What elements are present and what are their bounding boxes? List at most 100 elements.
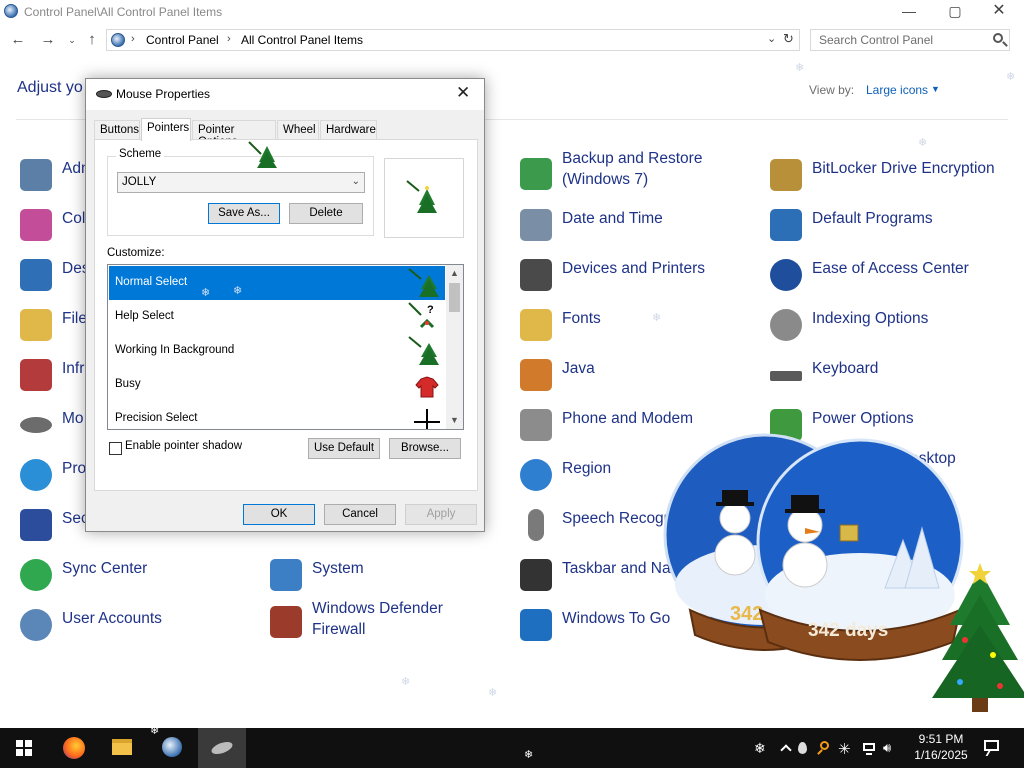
breadcrumb-all-items[interactable]: All Control Panel Items [241, 33, 363, 47]
pointers-panel: Scheme JOLLY ⌄ Save As... Delete Customi… [94, 139, 478, 491]
cp-item-label: Backup and Restore (Windows 7) [562, 150, 703, 188]
cp-item-label: Fonts [562, 310, 601, 327]
firefox-taskbar-button[interactable] [50, 728, 98, 768]
cursor-list[interactable]: Normal Select ❄ ❄ Help Select ? Working [107, 264, 464, 430]
caret-down-icon[interactable]: ▼ [931, 84, 940, 94]
users-icon [20, 609, 52, 641]
list-item[interactable]: Normal Select ❄ ❄ [109, 266, 445, 300]
use-default-button[interactable]: Use Default [308, 438, 380, 459]
snowflake-icon: ❄ [201, 287, 211, 299]
view-by-label: View by: [809, 83, 855, 97]
delete-button[interactable]: Delete [289, 203, 363, 224]
droplet-icon[interactable] [794, 740, 810, 756]
pointer-shadow-checkbox[interactable] [109, 442, 122, 455]
snowflake-icon: ❄ [795, 62, 805, 74]
taskbar-icon [520, 559, 552, 591]
recent-locations-chevron-icon[interactable]: ⌄ [62, 30, 82, 50]
forward-arrow-icon[interactable]: → [38, 30, 58, 50]
tab-hardware[interactable]: Hardware [320, 120, 377, 140]
address-row: ← → ⌄ ↑ › Control Panel › All Control Pa… [0, 26, 1024, 54]
sparkle-tray-icon[interactable]: ✳ [838, 740, 854, 758]
mouse-properties-taskbar-button[interactable] [198, 728, 246, 768]
administrative-tools-icon [20, 159, 52, 191]
close-icon[interactable]: ✕ [456, 83, 470, 103]
default-programs-icon [770, 209, 802, 241]
volume-icon[interactable]: 🔊︎ [883, 740, 899, 756]
cp-item-label: Infr [62, 360, 85, 377]
cp-item-label: Ease of Access Center [812, 260, 969, 277]
browse-button[interactable]: Browse... [389, 438, 461, 459]
ok-button[interactable]: OK [243, 504, 315, 525]
pointer-preview [384, 158, 464, 238]
keyboard-icon [770, 371, 802, 381]
list-scrollbar[interactable]: ▲ ▼ [446, 265, 463, 429]
snow-globe-widget[interactable]: 342 342 days [660, 420, 1024, 730]
apply-button[interactable]: Apply [405, 504, 477, 525]
magnifier-icon [770, 309, 802, 341]
clock-date[interactable]: 1/16/2025 [908, 748, 974, 762]
list-item[interactable]: Help Select ? [109, 300, 445, 334]
minimize-button[interactable]: — [886, 0, 932, 24]
scheme-dropdown[interactable]: JOLLY ⌄ [117, 172, 365, 193]
tab-pointers[interactable]: Pointers [141, 118, 191, 141]
search-icon[interactable] [993, 33, 1003, 43]
breadcrumb-chevron-icon: › [227, 33, 231, 45]
notifications-icon[interactable] [983, 739, 999, 756]
globe-icon [520, 459, 552, 491]
maximize-button[interactable]: ▢ [932, 0, 978, 24]
network-icon[interactable] [861, 740, 877, 756]
breadcrumb-control-panel[interactable]: Control Panel [146, 33, 219, 47]
dialog-titlebar: Mouse Properties ✕ [86, 79, 484, 110]
chevron-up-icon[interactable] [778, 740, 794, 756]
up-arrow-icon[interactable]: ↑ [82, 30, 102, 50]
list-item[interactable]: Working In Background [109, 334, 445, 368]
snowflake-tray-icon[interactable]: ❄ [754, 740, 770, 756]
file-explorer-taskbar-button[interactable] [98, 728, 146, 768]
close-button[interactable]: ✕ [976, 0, 1022, 24]
usb-drive-icon [520, 609, 552, 641]
cp-item-label: System [312, 560, 364, 577]
start-button[interactable] [0, 728, 48, 768]
microphone-icon [528, 509, 544, 541]
snowflake-icon: ❄ [918, 137, 928, 149]
chevron-down-icon: ⌄ [351, 176, 360, 187]
scroll-down-arrow-icon[interactable]: ▼ [446, 412, 463, 429]
tab-buttons[interactable]: Buttons [94, 120, 140, 140]
back-counter-text: 342 [730, 603, 763, 625]
back-arrow-icon[interactable]: ← [8, 30, 28, 50]
calendar-clock-icon [520, 209, 552, 241]
list-item[interactable]: Precision Select [109, 402, 445, 429]
folder-options-icon [20, 309, 52, 341]
mouse-icon [209, 739, 235, 757]
save-as-button[interactable]: Save As... [208, 203, 280, 224]
tab-wheel[interactable]: Wheel [277, 120, 319, 140]
refresh-icon[interactable]: ↻ [783, 31, 794, 47]
scroll-thumb[interactable] [449, 283, 460, 312]
address-bar[interactable]: › Control Panel › All Control Panel Item… [106, 29, 800, 51]
cp-item-label: Default Programs [812, 210, 933, 227]
firefox-icon [63, 737, 85, 759]
scheme-label: Scheme [116, 148, 165, 160]
clock-time[interactable]: 9:51 PM [916, 732, 966, 746]
display-icon [20, 259, 52, 291]
tab-strip: Buttons Pointers Pointer Options Wheel H… [94, 118, 478, 148]
address-dropdown-chevron-icon[interactable]: ⌄ [767, 32, 776, 45]
tab-pointer-options[interactable]: Pointer Options [192, 120, 276, 148]
search-input[interactable]: Search Control Panel [810, 29, 1010, 51]
cancel-button[interactable]: Cancel [324, 504, 396, 525]
folder-icon [112, 739, 132, 755]
search-placeholder: Search Control Panel [819, 33, 934, 47]
cp-item-label: Col [62, 210, 86, 227]
view-by-dropdown[interactable]: Large icons [866, 83, 928, 97]
taskbar: ❄ ❄ ❄ ✳ 🔊︎ 9:51 PM 1/16/2025 [0, 725, 1024, 768]
snowflake-icon: ❄ [1006, 71, 1016, 83]
cp-item-label: User Accounts [62, 610, 162, 627]
cp-item-label: Indexing Options [812, 310, 929, 327]
christmas-tree-cursor-icon [408, 336, 439, 365]
scroll-up-arrow-icon[interactable]: ▲ [446, 265, 463, 282]
search-magnifier-tray-icon[interactable] [816, 740, 832, 756]
list-item[interactable]: Busy [109, 368, 445, 402]
page-heading: Adjust yo [17, 79, 83, 96]
cp-item-label: Region [562, 460, 612, 477]
help-cursor-icon: ? [408, 302, 435, 329]
